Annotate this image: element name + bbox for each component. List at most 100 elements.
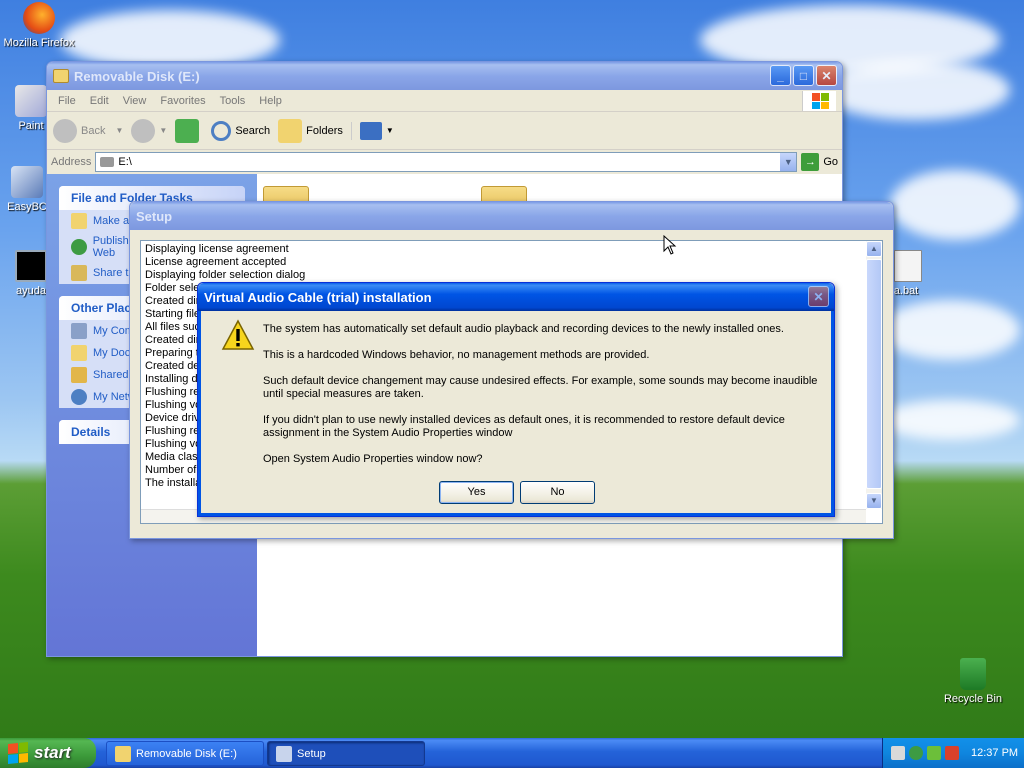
chevron-down-icon: ▼ xyxy=(115,126,124,135)
folder-icon xyxy=(53,69,69,83)
address-input[interactable]: E:\ ▼ xyxy=(95,152,798,172)
windows-logo-icon xyxy=(802,91,836,111)
address-value: E:\ xyxy=(118,156,132,168)
window-title: Removable Disk (E:) xyxy=(74,68,200,84)
menu-tools[interactable]: Tools xyxy=(213,95,253,107)
chevron-down-icon: ▼ xyxy=(159,126,168,135)
setup-titlebar[interactable]: Setup xyxy=(130,202,893,230)
tray-update-icon[interactable] xyxy=(927,746,941,760)
message-line: Open System Audio Properties window now? xyxy=(263,453,483,465)
message-line: The system has automatically set default… xyxy=(263,323,784,335)
search-button[interactable]: Search xyxy=(211,120,271,141)
desktop-icon-label: Paint xyxy=(18,120,44,132)
desktop-icon-recycle-bin[interactable]: Recycle Bin xyxy=(934,658,1012,705)
log-line: License agreement accepted xyxy=(145,256,287,268)
tray-globe-icon[interactable] xyxy=(909,746,923,760)
yes-button[interactable]: Yes xyxy=(439,481,514,504)
menu-view[interactable]: View xyxy=(116,95,154,107)
warning-icon xyxy=(221,319,255,350)
go-button[interactable]: → Go xyxy=(801,153,838,171)
menu-favorites[interactable]: Favorites xyxy=(153,95,212,107)
cmd-icon xyxy=(15,250,47,282)
windows-flag-icon xyxy=(8,741,28,765)
scroll-thumb[interactable] xyxy=(866,259,882,489)
back-label: Back xyxy=(81,124,106,137)
menu-help[interactable]: Help xyxy=(252,95,289,107)
chevron-down-icon[interactable]: ▼ xyxy=(780,153,797,171)
toolbar: Back ▼ ▼ Search Folders ▼ xyxy=(47,112,842,150)
desktop-icon-label: Mozilla Firefox xyxy=(3,37,75,49)
easybc-icon xyxy=(11,166,43,198)
maximize-button[interactable]: □ xyxy=(793,65,814,86)
explorer-titlebar[interactable]: Removable Disk (E:) _ □ ✕ xyxy=(47,62,842,90)
taskbar: start Removable Disk (E:) Setup 12:37 PM xyxy=(0,738,1024,768)
globe-icon xyxy=(71,239,87,255)
message-line: Such default device changement may cause… xyxy=(263,375,818,400)
no-button[interactable]: No xyxy=(520,481,595,504)
desktop-icon-label: EasyBC xyxy=(7,201,47,213)
views-icon xyxy=(359,121,382,140)
documents-icon xyxy=(71,345,87,361)
tray-network-icon[interactable] xyxy=(891,746,905,760)
mouse-cursor-icon xyxy=(663,235,677,255)
task-label: Setup xyxy=(297,747,326,760)
dialog-body: The system has automatically set default… xyxy=(198,311,834,516)
search-label: Search xyxy=(235,124,271,137)
dialog-title: Virtual Audio Cable (trial) installation xyxy=(204,289,432,305)
chevron-down-icon: ▼ xyxy=(385,126,394,135)
start-label: start xyxy=(34,743,71,762)
go-label: Go xyxy=(823,156,838,168)
dialog-titlebar[interactable]: Virtual Audio Cable (trial) installation… xyxy=(198,283,834,311)
paint-icon xyxy=(15,85,47,117)
taskbar-explorer-button[interactable]: Removable Disk (E:) xyxy=(106,741,264,766)
menu-file[interactable]: File xyxy=(51,95,83,107)
folder-icon xyxy=(115,745,131,762)
desktop-icon-label: Recycle Bin xyxy=(943,693,1003,705)
drive-icon xyxy=(100,157,115,167)
message-line: If you didn't plan to use newly installe… xyxy=(263,414,785,439)
back-button[interactable]: Back ▼ xyxy=(53,118,124,143)
share-icon xyxy=(71,265,87,281)
address-bar: Address E:\ ▼ → Go xyxy=(47,150,842,174)
search-icon xyxy=(211,120,232,141)
folders-button[interactable]: Folders xyxy=(278,118,343,143)
task-label: Removable Disk (E:) xyxy=(136,747,237,760)
setup-icon xyxy=(276,745,292,762)
log-line: Displaying folder selection dialog xyxy=(145,269,306,281)
network-icon xyxy=(71,389,87,405)
scroll-down-icon[interactable]: ▼ xyxy=(866,493,882,509)
minimize-button[interactable]: _ xyxy=(770,65,791,86)
close-button[interactable]: ✕ xyxy=(816,65,837,86)
up-button[interactable] xyxy=(175,118,203,143)
shared-folder-icon xyxy=(71,367,87,383)
message-line: This is a hardcoded Windows behavior, no… xyxy=(263,349,650,361)
firefox-icon xyxy=(23,2,55,34)
system-tray: 12:37 PM xyxy=(882,738,1024,768)
taskbar-setup-button[interactable]: Setup xyxy=(267,741,425,766)
scroll-up-icon[interactable]: ▲ xyxy=(866,241,882,257)
computer-icon xyxy=(71,323,87,339)
batch-file-icon xyxy=(894,250,922,282)
folders-label: Folders xyxy=(306,124,343,137)
desktop-icon-label: a.bat xyxy=(893,285,919,297)
go-arrow-icon: → xyxy=(801,153,820,171)
vac-install-dialog: Virtual Audio Cable (trial) installation… xyxy=(197,282,835,517)
start-button[interactable]: start xyxy=(0,738,96,768)
window-title: Setup xyxy=(136,208,173,224)
log-line: Displaying license agreement xyxy=(145,243,289,255)
clock[interactable]: 12:37 PM xyxy=(971,747,1018,759)
close-button[interactable]: ✕ xyxy=(808,286,829,307)
dialog-message: The system has automatically set default… xyxy=(263,323,825,479)
address-label: Address xyxy=(51,156,92,168)
folders-icon xyxy=(278,118,303,143)
back-arrow-icon xyxy=(53,118,77,143)
desktop-icon-firefox[interactable]: Mozilla Firefox xyxy=(0,2,78,49)
vertical-scrollbar[interactable]: ▲ ▼ xyxy=(866,241,882,509)
up-folder-icon xyxy=(175,118,200,143)
tray-shield-icon[interactable] xyxy=(945,746,959,760)
recycle-bin-icon xyxy=(960,658,986,690)
forward-button[interactable]: ▼ xyxy=(131,118,168,143)
menu-edit[interactable]: Edit xyxy=(83,95,116,107)
menu-bar: File Edit View Favorites Tools Help xyxy=(47,90,842,112)
views-button[interactable]: ▼ xyxy=(350,121,394,140)
